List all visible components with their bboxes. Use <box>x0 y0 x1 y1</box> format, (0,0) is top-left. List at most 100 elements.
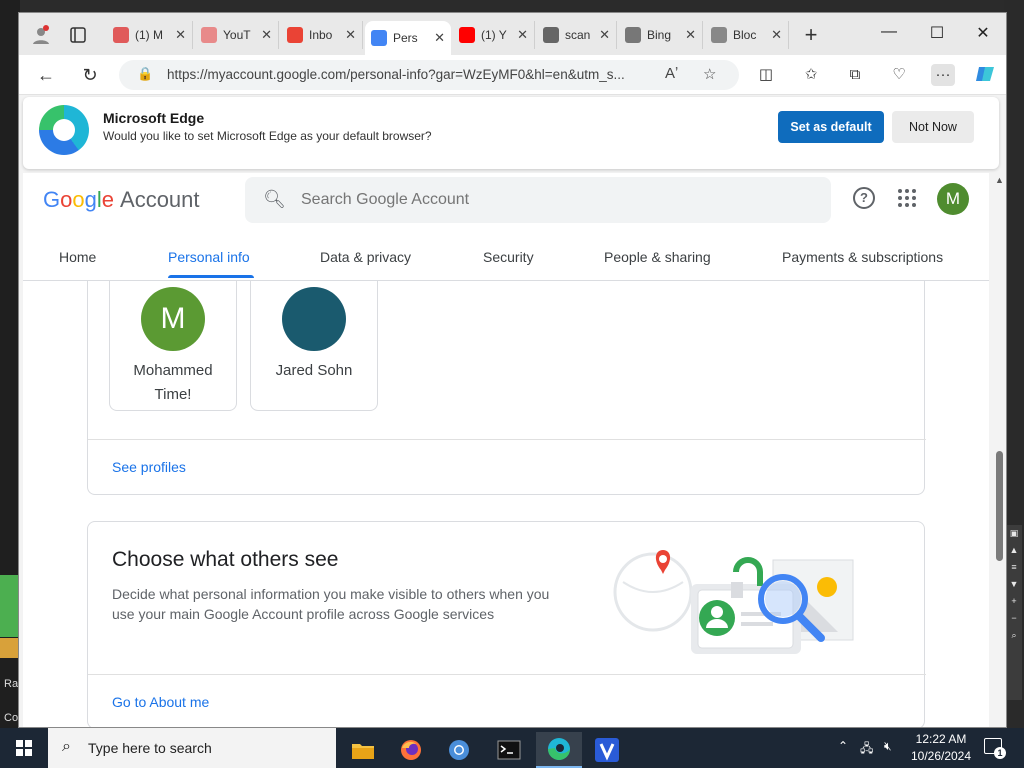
close-tab-icon[interactable]: ✕ <box>345 27 356 43</box>
file-explorer-icon[interactable] <box>340 732 386 768</box>
start-button[interactable] <box>0 728 48 768</box>
close-tab-icon[interactable]: ✕ <box>685 27 696 43</box>
see-profiles-link[interactable]: See profiles <box>112 459 186 475</box>
chevron-up-icon[interactable]: ▲ <box>1006 542 1022 559</box>
browser-tab[interactable]: Pers ✕ <box>365 21 451 55</box>
windows-logo-icon <box>16 740 32 756</box>
taskbar-search[interactable]: ⌕ Type here to search <box>48 728 336 768</box>
comment-icon[interactable]: ▣ <box>1006 525 1022 542</box>
lock-icon[interactable]: 🔒 <box>137 66 153 82</box>
close-tab-icon[interactable]: ✕ <box>517 27 528 43</box>
zoom-icon[interactable]: ⌕ <box>1006 627 1022 644</box>
close-tab-icon[interactable]: ✕ <box>175 27 186 43</box>
firefox-icon[interactable] <box>388 732 434 768</box>
profile-name: Time! <box>154 386 192 403</box>
close-tab-icon[interactable]: ✕ <box>771 27 782 43</box>
close-tab-icon[interactable]: ✕ <box>261 27 272 43</box>
more-menu-icon[interactable]: ··· <box>931 64 955 86</box>
scrollbar-thumb[interactable] <box>996 451 1003 561</box>
page-icon <box>711 27 727 43</box>
new-tab-button[interactable]: + <box>799 22 823 47</box>
divider <box>88 674 926 675</box>
browser-tab[interactable]: Bing ✕ <box>619 21 703 49</box>
profile-icon[interactable] <box>29 23 53 47</box>
web-page: GoogleAccount 🔍︎ ? M Home Personal info … <box>23 173 989 727</box>
browser-tab[interactable]: scan ✕ <box>537 21 617 49</box>
tab-home[interactable]: Home <box>59 249 96 265</box>
browser-tab[interactable]: (1) Y ✕ <box>453 21 535 49</box>
search-input[interactable] <box>301 187 801 213</box>
tab-bar: (1) M ✕ YouT ✕ Inbo ✕ Pers ✕ (1) Y ✕ scan ✕ Bing ✕ Blo… <box>19 13 1006 55</box>
prompt-title: Microsoft Edge <box>103 110 205 126</box>
google-account-logo[interactable]: Google Account <box>43 187 200 213</box>
tab-security[interactable]: Security <box>483 249 534 265</box>
minus-icon[interactable]: − <box>1006 610 1022 627</box>
tab-label: Pers <box>393 31 418 45</box>
tab-label: (1) Y <box>481 28 507 42</box>
go-to-about-me-link[interactable]: Go to About me <box>112 694 209 710</box>
profile-card-mohammed[interactable]: M Mohammed Time! <box>109 281 237 411</box>
minimize-button[interactable]: — <box>875 23 903 41</box>
tab-actions-icon[interactable] <box>66 23 90 47</box>
search-icon[interactable]: 🔍︎ <box>263 189 286 210</box>
page-scrollbar[interactable]: ▲ <box>992 173 1006 727</box>
terminal-icon[interactable] <box>486 732 532 768</box>
collections-icon[interactable]: ⧉ <box>843 64 867 86</box>
refresh-button[interactable]: ↻ <box>77 63 103 87</box>
close-window-button[interactable]: ✕ <box>969 23 997 43</box>
tab-label: scan <box>565 28 591 42</box>
tab-label: YouT <box>223 28 251 42</box>
active-tab-indicator <box>168 275 254 278</box>
network-icon[interactable]: 🖧 <box>860 739 873 760</box>
tab-payments-subscriptions[interactable]: Payments & subscriptions <box>782 249 943 265</box>
close-tab-icon[interactable]: ✕ <box>599 27 610 43</box>
favorites-icon[interactable]: ✩ <box>799 64 823 86</box>
browser-tab[interactable]: Bloc ✕ <box>705 21 789 49</box>
side-tool-panel: ▣ ▲ ≡ ▼ + − ⌕ <box>1006 525 1022 700</box>
notification-center-icon[interactable]: 1 <box>984 738 1006 759</box>
apps-grid-icon[interactable] <box>896 187 918 209</box>
read-aloud-icon[interactable]: Aʼ <box>665 65 678 82</box>
clock-time: 12:22 AM <box>915 732 967 746</box>
taskbar-search-placeholder: Type here to search <box>88 740 212 756</box>
volume-muted-icon[interactable]: 🔇︎ <box>884 739 892 754</box>
split-screen-icon[interactable]: ◫ <box>754 64 778 86</box>
close-tab-icon[interactable]: ✕ <box>434 30 445 46</box>
list-icon[interactable]: ≡ <box>1006 559 1022 576</box>
copilot-icon[interactable] <box>973 64 997 86</box>
back-button[interactable]: ← <box>33 63 59 87</box>
browser-essentials-icon[interactable]: ♡ <box>887 64 911 86</box>
url-field[interactable]: 🔒 https://myaccount.google.com/personal-… <box>119 60 739 90</box>
favorite-star-icon[interactable]: ☆ <box>703 65 716 83</box>
browser-tab[interactable]: Inbo ✕ <box>281 21 363 49</box>
avatar <box>282 287 346 351</box>
profile-name: Mohammed <box>133 362 213 379</box>
show-hidden-icons-icon[interactable]: ⌃ <box>838 739 848 753</box>
clock-date: 10/26/2024 <box>910 749 972 763</box>
browser-tab[interactable]: (1) M ✕ <box>107 21 193 49</box>
url-text[interactable]: https://myaccount.google.com/personal-in… <box>167 67 647 82</box>
scroll-up-icon[interactable]: ▲ <box>995 175 1004 185</box>
plus-icon[interactable]: + <box>1006 593 1022 610</box>
not-now-button[interactable]: Not Now <box>892 111 974 143</box>
default-browser-prompt: Microsoft Edge Would you like to set Mic… <box>23 97 999 169</box>
browser-tab[interactable]: YouT ✕ <box>195 21 279 49</box>
gmail-icon <box>287 27 303 43</box>
maximize-button[interactable]: ☐ <box>923 23 951 43</box>
set-as-default-button[interactable]: Set as default <box>778 111 884 143</box>
google-account-search[interactable]: 🔍︎ <box>245 177 831 223</box>
tab-data-privacy[interactable]: Data & privacy <box>320 249 411 265</box>
edge-icon[interactable] <box>536 732 582 768</box>
v-app-icon[interactable] <box>584 732 630 768</box>
desktop-window-fragment <box>0 575 18 637</box>
tab-people-sharing[interactable]: People & sharing <box>604 249 711 265</box>
profile-card-jared[interactable]: Jared Sohn <box>250 281 378 411</box>
chromium-icon[interactable] <box>436 732 482 768</box>
help-icon[interactable]: ? <box>853 187 875 209</box>
taskbar-clock[interactable]: 12:22 AM 10/26/2024 <box>906 731 976 765</box>
desktop-window-fragment <box>0 638 18 658</box>
edge-logo-icon <box>39 105 89 155</box>
tab-personal-info[interactable]: Personal info <box>168 249 250 265</box>
chevron-down-icon[interactable]: ▼ <box>1006 576 1022 593</box>
account-avatar[interactable]: M <box>937 183 969 215</box>
